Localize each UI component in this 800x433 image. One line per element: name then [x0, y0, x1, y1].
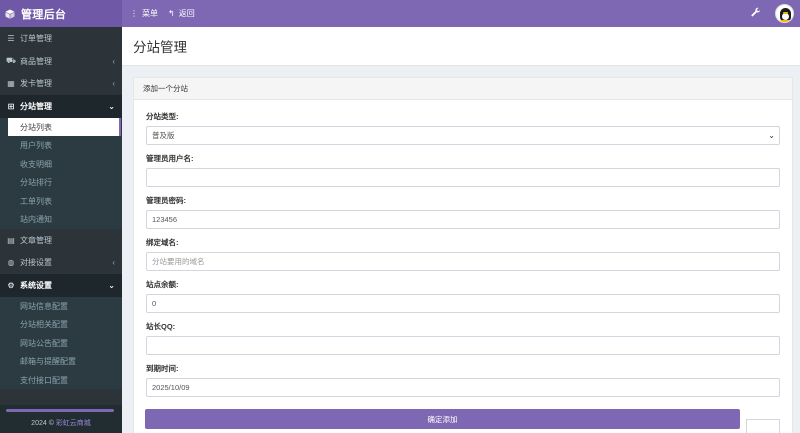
qq-input[interactable]	[146, 336, 780, 355]
avatar-belly	[782, 13, 789, 20]
sidebar-subitem-site-info[interactable]: 网站信息配置	[0, 297, 122, 316]
sidebar-subitem-tickets[interactable]: 工单列表	[0, 192, 122, 211]
qq-label: 站长QQ:	[146, 322, 176, 331]
sidebar-item-orders[interactable]: ☰ 订单管理	[0, 27, 122, 50]
form-group-domain: 绑定域名: 分站要用的域名	[146, 237, 780, 271]
sidebar-item-label: 发卡管理	[20, 79, 52, 89]
password-input[interactable]: 123456	[146, 210, 780, 229]
grid-icon: ▦	[7, 79, 15, 89]
password-label: 管理员密码:	[146, 196, 186, 205]
brand[interactable]: 管理后台	[0, 0, 122, 27]
book-icon: ▤	[7, 235, 15, 245]
sidebar-subitem-notices[interactable]: 站内通知	[0, 210, 122, 229]
back-arrow-icon: ↰	[168, 9, 175, 18]
back-label: 返回	[178, 9, 195, 18]
sidebar-item-articles[interactable]: ▤ 文章管理	[0, 229, 122, 252]
top-nav: ⋮ 菜单 ↰ 返回	[130, 0, 205, 27]
domain-label: 绑定域名:	[146, 238, 179, 247]
submit-button[interactable]: 确定添加	[145, 409, 740, 429]
sidebar-item-label: 对接设置	[20, 258, 52, 268]
top-navbar: 管理后台 ⋮ 菜单 ↰ 返回	[0, 0, 800, 27]
form-group-type: 分站类型: 普及版 ⌄	[146, 111, 780, 145]
type-label: 分站类型:	[146, 112, 179, 121]
page-title: 分站管理	[122, 27, 800, 66]
globe-icon: ◍	[7, 258, 15, 268]
avatar-feet	[780, 20, 791, 22]
user-avatar[interactable]	[775, 4, 794, 23]
form-group-balance: 站点余额: 0	[146, 279, 780, 313]
expire-date-input[interactable]: 2025/10/09	[146, 378, 780, 397]
sidebar-subitem-substation-config[interactable]: 分站相关配置	[0, 315, 122, 334]
sidebar-item-cards[interactable]: ▦ 发卡管理 ‹	[0, 72, 122, 95]
add-substation-panel: 添加一个分站 分站类型: 普及版 ⌄ 管理员用户名: 管理员密码: 123456…	[133, 77, 793, 433]
sidebar-subitem-payment[interactable]: 支付接口配置	[0, 371, 122, 390]
sidebar-item-products[interactable]: ⛟ 商品管理 ‹	[0, 50, 122, 73]
sidebar-subitem-user-list[interactable]: 用户列表	[0, 136, 122, 155]
sidebar-item-label: 分站管理	[20, 101, 52, 111]
cart-icon: ⛟	[6, 56, 17, 66]
sidebar-subitem-substation-list[interactable]: 分站列表	[8, 117, 121, 137]
sidebar-footer: 2024 © 彩虹云商城	[0, 405, 122, 433]
brand-title: 管理后台	[21, 8, 67, 21]
back-button[interactable]: ↰ 返回	[168, 8, 195, 19]
cube-icon	[5, 9, 15, 19]
username-input[interactable]	[146, 168, 780, 187]
form-group-password: 管理员密码: 123456	[146, 195, 780, 229]
avatar-beak	[783, 12, 788, 14]
add-substation-form: 分站类型: 普及版 ⌄ 管理员用户名: 管理员密码: 123456 绑定域名: …	[134, 100, 792, 397]
substation-submenu: 分站列表 用户列表 收支明细 分站排行 工单列表 站内通知	[0, 117, 122, 229]
sidebar-scrollbar[interactable]	[6, 409, 114, 412]
sidebar-item-integration[interactable]: ◍ 对接设置 ‹	[0, 251, 122, 274]
copyright-link[interactable]: 彩虹云商城	[56, 420, 91, 427]
chevron-left-icon: ‹	[112, 258, 115, 268]
type-select-value: 普及版	[152, 131, 175, 140]
partial-field	[746, 419, 780, 433]
panel-title: 添加一个分站	[134, 78, 792, 100]
menu-toggle-button[interactable]: ⋮ 菜单	[130, 8, 158, 19]
chevron-down-icon: ⌄	[108, 280, 115, 290]
sitemap-icon: ⊞	[7, 101, 15, 111]
sidebar-subitem-finance[interactable]: 收支明细	[0, 155, 122, 174]
form-group-expire: 到期时间: 2025/10/09	[146, 363, 780, 397]
top-right-tools	[751, 0, 794, 27]
chevron-left-icon: ‹	[112, 56, 115, 66]
chevron-left-icon: ‹	[112, 79, 115, 89]
wrench-icon[interactable]	[751, 7, 761, 20]
sidebar-item-label: 订单管理	[20, 33, 52, 43]
menu-label: 菜单	[142, 9, 158, 18]
sidebar-item-system[interactable]: ⚙ 系统设置 ⌄	[0, 274, 122, 297]
balance-label: 站点余额:	[146, 280, 179, 289]
sidebar-item-label: 商品管理	[20, 56, 52, 66]
copyright: 2024 © 彩虹云商城	[0, 418, 122, 428]
list-icon: ☰	[7, 33, 15, 43]
username-label: 管理员用户名:	[146, 154, 194, 163]
balance-input[interactable]: 0	[146, 294, 780, 313]
domain-input[interactable]: 分站要用的域名	[146, 252, 780, 271]
sidebar: ☰ 订单管理 ⛟ 商品管理 ‹ ▦ 发卡管理 ‹ ⊞ 分站管理 ⌄ 分站列表 用…	[0, 27, 122, 433]
chevron-down-icon: ⌄	[108, 101, 115, 111]
copyright-year: 2024 ©	[31, 420, 54, 427]
sidebar-subitem-ranking[interactable]: 分站排行	[0, 173, 122, 192]
sidebar-item-label: 系统设置	[20, 280, 52, 290]
menu-dots-icon: ⋮	[130, 9, 138, 18]
sidebar-item-label: 文章管理	[20, 235, 52, 245]
gear-icon: ⚙	[7, 280, 15, 290]
form-group-qq: 站长QQ:	[146, 321, 780, 355]
sidebar-item-substations[interactable]: ⊞ 分站管理 ⌄	[0, 95, 122, 118]
chevron-down-icon: ⌄	[768, 131, 775, 140]
sidebar-subitem-email[interactable]: 邮箱与提醒配置	[0, 352, 122, 371]
type-select[interactable]: 普及版 ⌄	[146, 126, 780, 145]
system-submenu: 网站信息配置 分站相关配置 网站公告配置 邮箱与提醒配置 支付接口配置	[0, 296, 122, 390]
sidebar-subitem-announcement[interactable]: 网站公告配置	[0, 334, 122, 353]
expire-label: 到期时间:	[146, 364, 179, 373]
form-group-username: 管理员用户名:	[146, 153, 780, 187]
